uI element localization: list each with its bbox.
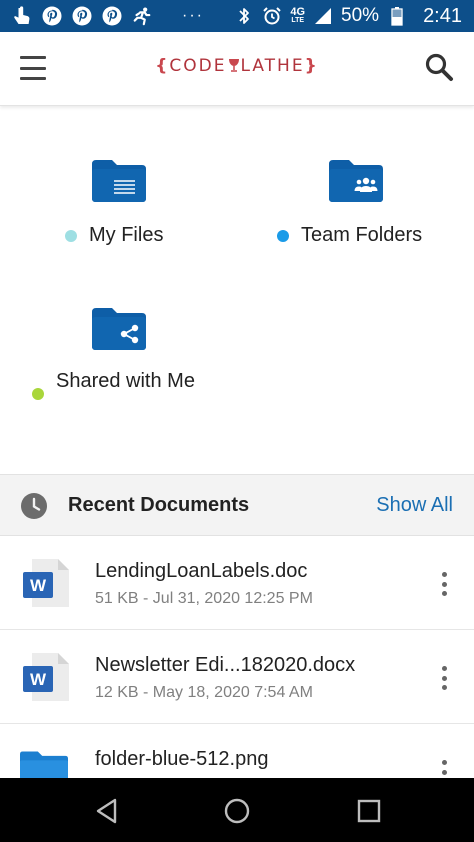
signal-icon — [313, 6, 333, 26]
folder-label-my-files: My Files — [65, 223, 163, 248]
network-subtype: LTE — [291, 17, 305, 24]
pinterest-icon — [42, 6, 62, 26]
folder-files-icon — [92, 160, 146, 202]
folder-shared-with-me[interactable]: Shared with Me — [0, 296, 237, 426]
more-options-icon[interactable] — [440, 666, 448, 690]
status-dot — [277, 230, 289, 242]
app-bar: {CODE LATHE} — [0, 32, 474, 106]
recent-documents-title: Recent Documents — [68, 494, 250, 516]
status-dot — [65, 230, 77, 242]
network-indicator: 4G LTE — [290, 7, 305, 25]
folder-label-team-folders: Team Folders — [277, 223, 422, 248]
word-doc-icon: W — [23, 653, 69, 701]
folder-share-icon — [92, 308, 146, 350]
folder-my-files[interactable]: My Files — [0, 150, 237, 260]
clock-icon — [21, 493, 47, 519]
folder-label-shared-with-me: Shared with Me — [32, 369, 202, 400]
document-row[interactable]: W LendingLoanLabels.doc 51 KB - Jul 31, … — [0, 536, 474, 630]
home-icon[interactable] — [222, 796, 252, 826]
codelathe-logo: {CODE LATHE} — [155, 56, 319, 76]
svg-text:W: W — [30, 670, 47, 689]
running-icon — [132, 6, 152, 26]
document-name: LendingLoanLabels.doc — [95, 560, 308, 582]
more-notifications-indicator: ··· — [182, 7, 204, 24]
screen: ··· 4G LTE 50% 2:41 {CODE LATHE} My File… — [0, 0, 474, 842]
document-name: Newsletter Edi...182020.docx — [95, 654, 356, 676]
status-dot — [32, 388, 44, 400]
network-type: 4G — [290, 6, 306, 18]
wine-glass-icon — [228, 59, 239, 72]
show-all-link[interactable]: Show All — [376, 494, 453, 517]
folder-team-icon — [329, 160, 383, 202]
svg-text:W: W — [30, 576, 47, 595]
folder-team-folders[interactable]: Team Folders — [237, 150, 474, 260]
document-row[interactable]: W Newsletter Edi...182020.docx 12 KB - M… — [0, 630, 474, 724]
status-bar: ··· 4G LTE 50% 2:41 — [0, 0, 474, 32]
pinterest-icon — [72, 6, 92, 26]
status-bar-notifications: ··· — [12, 6, 204, 26]
status-bar-system: 4G LTE 50% 2:41 — [234, 5, 462, 28]
document-meta: 51 KB - Jul 31, 2020 12:25 PM — [95, 590, 313, 607]
battery-icon — [387, 6, 407, 26]
more-options-icon[interactable] — [440, 572, 448, 596]
search-icon[interactable] — [424, 52, 454, 82]
clock-time: 2:41 — [423, 4, 462, 27]
battery-level: 50% — [341, 5, 380, 26]
bluetooth-icon — [234, 6, 254, 26]
back-icon[interactable] — [92, 796, 122, 826]
recent-documents-header: Recent Documents Show All — [0, 474, 474, 536]
pinterest-icon — [102, 6, 122, 26]
document-meta: 12 KB - May 18, 2020 7:54 AM — [95, 684, 313, 701]
document-name: folder-blue-512.png — [95, 748, 269, 770]
touch-icon — [12, 6, 32, 26]
word-doc-icon: W — [23, 559, 69, 607]
android-nav-bar — [0, 778, 474, 842]
recents-icon[interactable] — [354, 796, 384, 826]
alarm-icon — [262, 6, 282, 26]
